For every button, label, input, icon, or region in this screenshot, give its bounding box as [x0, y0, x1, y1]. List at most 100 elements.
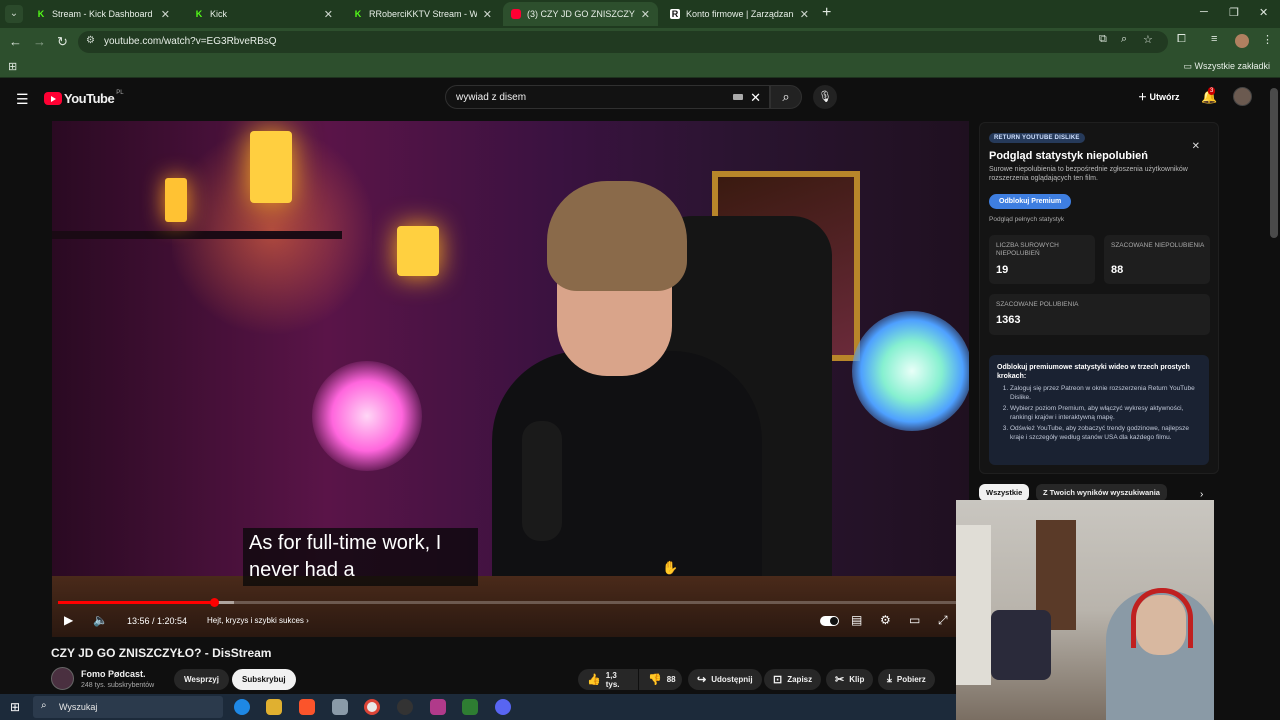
ryd-step: Wybierz poziom Premium, aby włączyć wykr… — [1010, 405, 1199, 422]
hamburger-menu-icon[interactable]: ☰ — [16, 91, 29, 108]
search-icon: ⌕ — [41, 700, 47, 711]
youtube-play-icon — [44, 92, 62, 105]
save-button[interactable]: ⊡ Zapisz — [764, 669, 822, 690]
bookmark-icon: ⊡ — [773, 674, 783, 686]
settings-gear-icon[interactable]: ⚙ — [880, 613, 891, 627]
chip-from-search[interactable]: Z Twoich wyników wyszukiwania — [1036, 484, 1167, 501]
subscribe-button[interactable]: Subskrybuj — [232, 669, 296, 690]
video-title: CZY JD GO ZNISZCZYŁO? - DisStream — [51, 646, 272, 660]
brave-icon[interactable] — [299, 699, 315, 715]
cast-icon[interactable]: ⧉ — [1099, 33, 1107, 46]
close-icon[interactable]: ✕ — [324, 8, 333, 21]
channel-avatar[interactable] — [51, 667, 74, 690]
dislike-button[interactable]: 👎 88 — [639, 669, 682, 690]
ryd-tag: RETURN YOUTUBE DISLIKE — [989, 133, 1085, 143]
stat-label: LICZBA SUROWYCH NIEPOLUBIEŃ — [996, 242, 1059, 257]
reading-list-icon[interactable]: ≡ — [1211, 33, 1217, 45]
window-close-icon[interactable]: ✕ — [1259, 6, 1268, 19]
subscriber-count: 248 tys. subskrybentów — [81, 682, 155, 689]
chevron-right-icon[interactable]: › — [1200, 489, 1203, 500]
ryd-panel: RETURN YOUTUBE DISLIKE ✕ Podgląd statyst… — [979, 122, 1219, 474]
app-icon[interactable] — [430, 699, 446, 715]
download-button[interactable]: ⤓ Pobierz — [878, 669, 935, 690]
search-input[interactable]: wywiad z disem ✕ — [445, 85, 770, 109]
subtitles-icon[interactable]: ▤ — [851, 613, 862, 627]
share-button[interactable]: ↪ Udostępnij — [688, 669, 762, 690]
channel-name[interactable]: Fomo Pødcast. — [81, 669, 146, 679]
stat-raw-dislikes: LICZBA SUROWYCH NIEPOLUBIEŃ 19 — [989, 235, 1095, 284]
chevron-right-icon: › — [306, 616, 309, 625]
app-icon[interactable] — [332, 699, 348, 715]
edge-icon[interactable] — [234, 699, 250, 715]
theater-mode-icon[interactable]: ▭ — [909, 613, 920, 627]
tab-kick-dashboard[interactable]: K Stream - Kick Dashboard ✕ — [28, 2, 178, 26]
browser-menu-icon[interactable]: ⋮ — [1262, 33, 1273, 46]
profile-avatar[interactable] — [1235, 34, 1249, 48]
forward-icon[interactable]: → — [33, 34, 46, 49]
reload-icon[interactable]: ↻ — [57, 34, 68, 50]
ryd-premium-info: Odblokuj premiumowe statystyki wideo w t… — [989, 355, 1209, 465]
autoplay-toggle[interactable] — [820, 616, 839, 626]
tab-search-button[interactable]: ⌄ — [5, 5, 23, 23]
video-progress-bar[interactable] — [58, 598, 963, 607]
chapter-button[interactable]: Hejt, kryzys i szybki sukces › — [207, 616, 309, 625]
clip-button[interactable]: ✂ Klip — [826, 669, 874, 690]
support-button[interactable]: Wesprzyj — [174, 669, 229, 690]
clear-search-icon[interactable]: ✕ — [750, 90, 761, 106]
taskbar-search[interactable]: ⌕ Wyszukaj — [33, 696, 223, 718]
close-icon[interactable]: ✕ — [161, 8, 170, 21]
obs-icon[interactable] — [397, 699, 413, 715]
video-microphone — [522, 421, 562, 541]
keyboard-icon[interactable] — [733, 94, 743, 100]
close-icon[interactable]: ✕ — [1192, 141, 1200, 152]
search-icon: ⌕ — [782, 89, 790, 104]
fullscreen-icon[interactable]: ⤢ — [938, 613, 948, 628]
extensions-icon[interactable]: ⧠ — [1177, 33, 1186, 46]
tab-kick[interactable]: K Kick ✕ — [186, 2, 341, 26]
video-time: 13:56 / 1:20:54 — [127, 616, 188, 626]
account-avatar[interactable] — [1233, 87, 1252, 106]
download-icon: ⤓ — [887, 673, 892, 685]
ryd-heading: Podgląd statystyk niepolubień — [989, 150, 1148, 162]
close-icon[interactable]: ✕ — [800, 8, 809, 21]
restore-icon[interactable]: ❐ — [1229, 6, 1239, 19]
progress-scrubber[interactable] — [209, 598, 219, 607]
file-explorer-icon[interactable] — [266, 699, 282, 715]
like-button[interactable]: 👍 1,3 tys. — [578, 669, 638, 690]
bookmark-star-icon[interactable]: ☆ — [1143, 33, 1153, 46]
tab-rroberci-stream[interactable]: K RRoberciKKTV Stream - Watch ✕ — [345, 2, 500, 26]
tab-youtube-active[interactable]: (3) CZY JD GO ZNISZCZYŁO? - D ✕ — [503, 2, 658, 26]
ryd-info-heading: Odblokuj premiumowe statystyki wideo w t… — [997, 364, 1190, 380]
address-bar[interactable]: ⚙ youtube.com/watch?v=EG3RbveRBsQ — [78, 31, 1168, 53]
zoom-icon[interactable]: ⌕ — [1121, 33, 1127, 46]
site-info-icon[interactable]: ⚙ — [86, 35, 95, 46]
close-icon[interactable]: ✕ — [641, 8, 650, 21]
app-icon[interactable] — [462, 699, 478, 715]
page-scrollbar[interactable] — [1270, 88, 1278, 238]
back-icon[interactable]: ← — [9, 34, 22, 49]
create-button[interactable]: ＋ Utwórz — [1138, 90, 1180, 103]
voice-search-button[interactable]: 🎙 — [813, 85, 837, 109]
youtube-logo[interactable]: YouTube PL — [44, 90, 124, 106]
windows-start-icon[interactable]: ⊞ — [10, 700, 20, 714]
apps-grid-icon[interactable]: ⊞ — [8, 60, 17, 73]
video-blue-orb — [852, 311, 969, 431]
chip-all[interactable]: Wszystkie — [979, 484, 1030, 501]
chrome-icon[interactable] — [364, 699, 380, 715]
all-bookmarks-button[interactable]: ▭ Wszystkie zakładki — [1183, 61, 1270, 72]
close-icon[interactable]: ✕ — [483, 8, 492, 21]
minimize-icon[interactable]: ─ — [1200, 6, 1208, 18]
ryd-step: Odśwież YouTube, aby zobaczyć trendy god… — [1010, 425, 1199, 442]
youtube-icon — [511, 9, 521, 19]
kick-icon: K — [37, 9, 45, 19]
video-player[interactable]: As for full-time work, I never had a — [52, 121, 969, 637]
unlock-premium-button[interactable]: Odblokuj Premium — [989, 194, 1072, 209]
new-tab-button[interactable]: + — [822, 4, 831, 22]
share-icon: ↪ — [697, 674, 707, 686]
volume-icon[interactable]: 🔈 — [93, 613, 108, 627]
discord-icon[interactable] — [495, 699, 511, 715]
ryd-step: Zaloguj się przez Patreon w oknie rozsze… — [1010, 385, 1199, 402]
play-icon[interactable]: ▶ — [64, 613, 73, 627]
search-button[interactable]: ⌕ — [770, 85, 802, 109]
tab-konto-firmowe[interactable]: R Konto firmowe | Zarządzanie fir ✕ — [662, 2, 817, 26]
